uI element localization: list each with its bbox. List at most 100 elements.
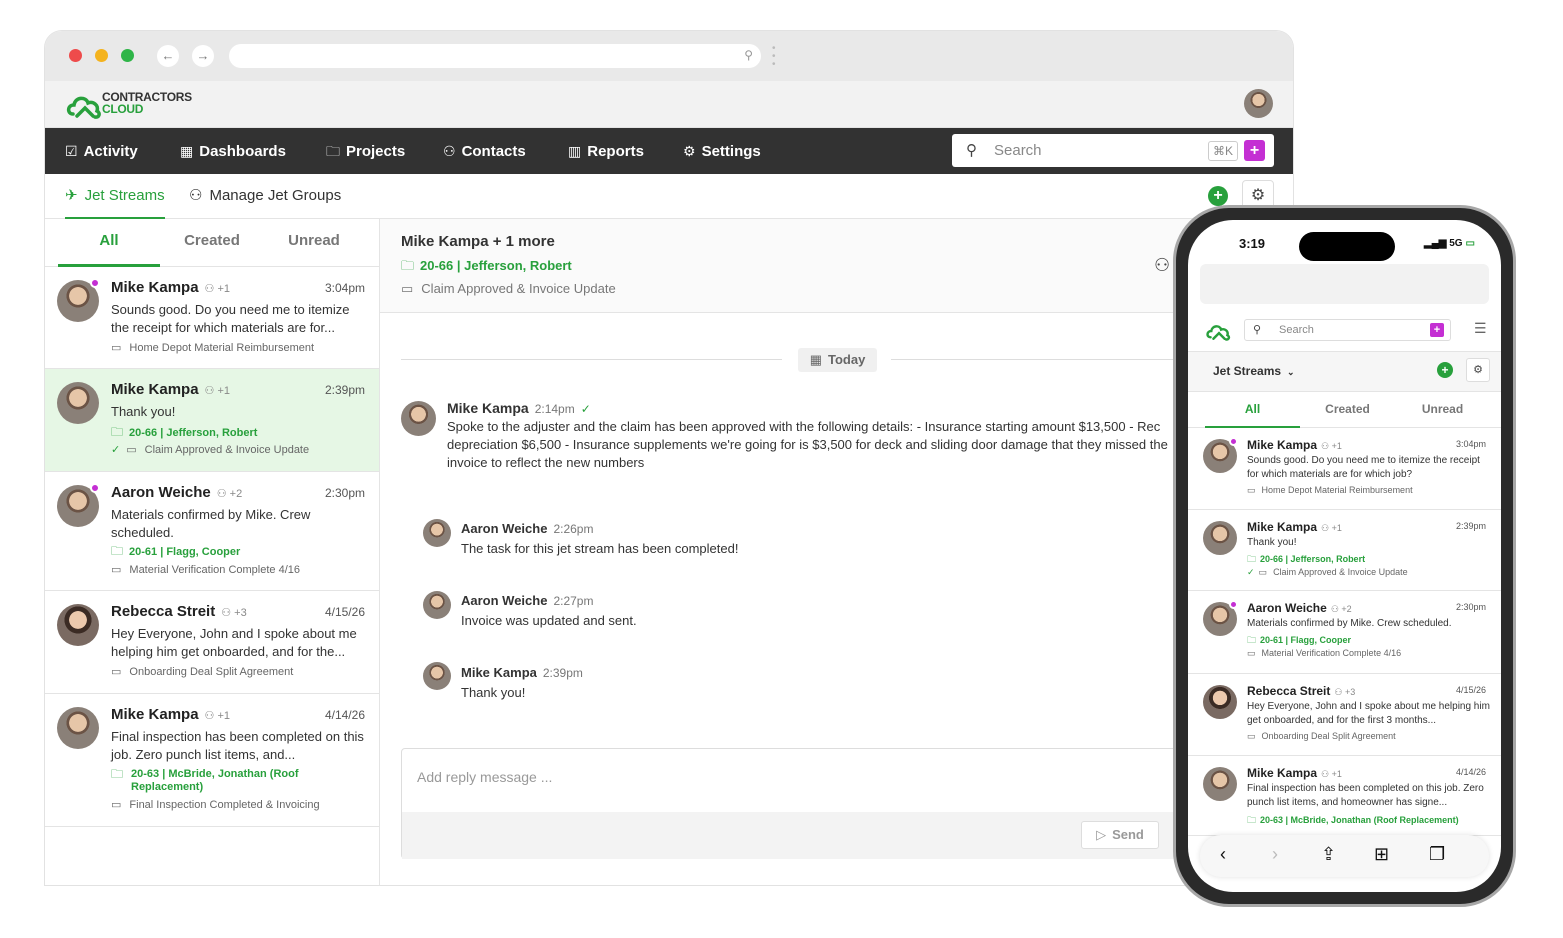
project-link[interactable]: 🗀 20-63 | McBride, Jonathan (Roof Replace… <box>1247 813 1459 829</box>
message-time: 2:26pm <box>553 522 594 536</box>
stream-item[interactable]: Mike Kampa ⚇ +1 4/14/26 Final inspection … <box>1188 756 1501 836</box>
project-link[interactable]: 🗀 20-66 | Jefferson, Robert <box>1247 552 1365 568</box>
chat-icon: ▭ <box>1258 567 1268 577</box>
new-jet-stream-button[interactable]: + <box>1208 186 1228 206</box>
nav-item-dashboards[interactable]: ▦ Dashboards <box>180 128 286 174</box>
chat-icon: ▭ <box>126 444 137 456</box>
participant-count: ⚇ +2 <box>1330 604 1352 614</box>
stream-item[interactable]: Mike Kampa ⚇ +1 3:04pm Sounds good. Do yo… <box>1188 428 1501 510</box>
tab-manage-jet-groups[interactable]: ⚇ Manage Jet Groups <box>189 174 341 219</box>
project-link[interactable]: 🗀 20-66 | Jefferson, Robert <box>111 426 257 440</box>
nav-item-contacts[interactable]: ⚇ Contacts <box>443 128 526 174</box>
participant-count-text: +1 <box>1331 769 1342 779</box>
thread-header: Mike Kampa + 1 more 🗀 20-66 | Jefferson, … <box>380 219 1293 313</box>
quick-add-button[interactable]: + <box>1430 323 1444 337</box>
close-window-dot[interactable] <box>69 49 82 62</box>
filter-created[interactable]: Created <box>161 219 263 267</box>
project-link[interactable]: 🗀 20-61 | Flagg, Cooper <box>111 545 240 559</box>
unread-dot <box>1229 600 1238 609</box>
participant-count: ⚇ +1 <box>1321 523 1342 533</box>
kebab-menu-icon[interactable]: • • • <box>772 44 776 70</box>
app-header: CONTRACTORS CLOUD <box>45 81 1293 128</box>
jet-streams-dropdown[interactable]: Jet Streams ⌄ <box>1213 364 1295 378</box>
project-text: 20-66 | Jefferson, Robert <box>129 427 258 439</box>
tab-jet-streams[interactable]: ✈ Jet Streams <box>65 174 165 219</box>
stream-item[interactable]: Aaron Weiche ⚇ +2 2:30pm Materials confir… <box>1188 591 1501 674</box>
filter-unread[interactable]: Unread <box>263 219 365 267</box>
stream-item[interactable]: Mike Kampa ⚇ +1 2:39pm Thank you! 🗀 20-66 … <box>1188 510 1501 591</box>
filter-unread[interactable]: Unread <box>1395 392 1490 428</box>
timestamp: 2:30pm <box>1455 602 1486 612</box>
hamburger-menu-icon[interactable]: ☰ <box>1474 320 1487 337</box>
tabs-icon[interactable]: ❐ <box>1429 844 1445 865</box>
search-input[interactable]: ⚲ Search ⌘K + <box>952 134 1274 167</box>
timestamp: 4/15/26 <box>1455 685 1486 695</box>
participant-count-text: +1 <box>217 385 231 397</box>
chat-icon: ▭ <box>111 666 122 678</box>
stream-item[interactable]: Rebecca Streit ⚇ +3 4/15/26 Hey Everyone,… <box>1188 674 1501 756</box>
url-bar[interactable]: ⚲ <box>229 44 761 68</box>
nav-item-settings[interactable]: ⚙ Settings <box>683 128 761 174</box>
participants-icon[interactable]: ⚇ <box>1154 255 1170 276</box>
stream-item[interactable]: Rebecca Streit ⚇ +3 4/15/26 Hey Everyone,… <box>45 591 379 694</box>
bookmarks-icon[interactable]: ⊞ <box>1374 844 1389 865</box>
nav-label: Contacts <box>461 143 526 160</box>
forward-arrow-icon[interactable]: → <box>192 45 214 67</box>
stream-item[interactable]: Mike Kampa ⚇ +1 4/14/26 Final inspection … <box>45 694 379 827</box>
back-chevron-icon[interactable]: ‹ <box>1220 844 1226 865</box>
people-icon: ⚇ <box>443 143 456 159</box>
avatar <box>1203 767 1237 801</box>
date-divider-text: Today <box>827 352 866 367</box>
project-text: 20-61 | Flagg, Cooper <box>1260 635 1352 645</box>
reply-box[interactable]: Add reply message ... ▷ Send <box>401 748 1201 859</box>
share-icon[interactable]: ⇪ <box>1321 844 1336 865</box>
maximize-window-dot[interactable] <box>121 49 134 62</box>
chat-icon: ▭ <box>1247 731 1256 741</box>
participant-count: ⚇ +1 <box>1321 769 1342 779</box>
forward-chevron-icon[interactable]: › <box>1272 844 1278 865</box>
filter-all[interactable]: All <box>58 219 160 267</box>
folder-icon: 🗀 <box>1247 815 1257 825</box>
minimize-window-dot[interactable] <box>95 49 108 62</box>
jet-settings-button[interactable]: ⚙ <box>1466 358 1490 382</box>
project-link[interactable]: 🗀 20-61 | Flagg, Cooper <box>1247 633 1351 649</box>
stream-item[interactable]: Aaron Weiche ⚇ +2 2:30pm Materials confir… <box>45 472 379 591</box>
sender-name: Rebecca Streit ⚇ +3 <box>111 603 247 620</box>
brand-name: CONTRACTORS CLOUD <box>102 91 192 115</box>
back-arrow-icon[interactable]: ← <box>157 45 179 67</box>
user-avatar[interactable] <box>1244 89 1273 118</box>
stream-item[interactable]: Mike Kampa ⚇ +1 3:04pm Sounds good. Do yo… <box>45 267 379 369</box>
sender-name: Aaron Weiche ⚇ +2 <box>111 484 242 501</box>
message-preview: Thank you! <box>1247 537 1297 548</box>
chat-icon: ▭ <box>1247 648 1256 658</box>
unread-dot <box>90 278 100 288</box>
subject-line: ▭ Onboarding Deal Split Agreement <box>1247 731 1396 742</box>
gear-icon: ⚙ <box>1250 187 1266 204</box>
stream-item[interactable]: Mike Kampa ⚇ +1 2:39pm Thank you! 🗀 20-66 … <box>45 369 379 472</box>
nav-item-reports[interactable]: ▥ Reports <box>568 128 644 174</box>
new-jet-stream-button[interactable]: + <box>1437 362 1453 378</box>
thread-project-link[interactable]: 🗀 20-66 | Jefferson, Robert <box>401 257 572 279</box>
filter-created[interactable]: Created <box>1300 392 1395 428</box>
nav-item-projects[interactable]: 🗀 Projects <box>326 128 405 174</box>
quick-add-button[interactable]: + <box>1244 140 1265 161</box>
chat-icon: ▭ <box>111 564 122 576</box>
send-label: Send <box>1112 827 1144 842</box>
participant-count-text: +3 <box>234 607 247 619</box>
project-link[interactable]: 🗀 20-63 | McBride, Jonathan (Roof Replace… <box>111 768 301 794</box>
sender-name-text: Mike Kampa <box>1247 766 1318 780</box>
check-square-icon: ☑ <box>65 143 78 159</box>
avatar <box>401 401 436 436</box>
browser-window: ← → ⚲ • • • CONTRACTORS CLOUD ☑ Activity ▦ D… <box>44 30 1294 886</box>
message-preview: Thank you! <box>111 404 176 419</box>
nav-item-activity[interactable]: ☑ Activity <box>65 128 138 174</box>
search-icon: ⚲ <box>1253 324 1262 336</box>
message-header: Aaron Weiche 2:27pm <box>461 592 593 610</box>
phone-search-input[interactable]: ⚲ Search + <box>1244 319 1451 341</box>
timestamp: 3:04pm <box>324 281 365 295</box>
message-text: Invoice was updated and sent. <box>461 613 637 628</box>
subject-line: ▭ Home Depot Material Reimbursement <box>1247 485 1413 496</box>
message-preview: Materials confirmed by Mike. Crew schedu… <box>1247 618 1452 629</box>
send-button[interactable]: ▷ Send <box>1081 821 1159 849</box>
filter-all[interactable]: All <box>1205 392 1300 428</box>
